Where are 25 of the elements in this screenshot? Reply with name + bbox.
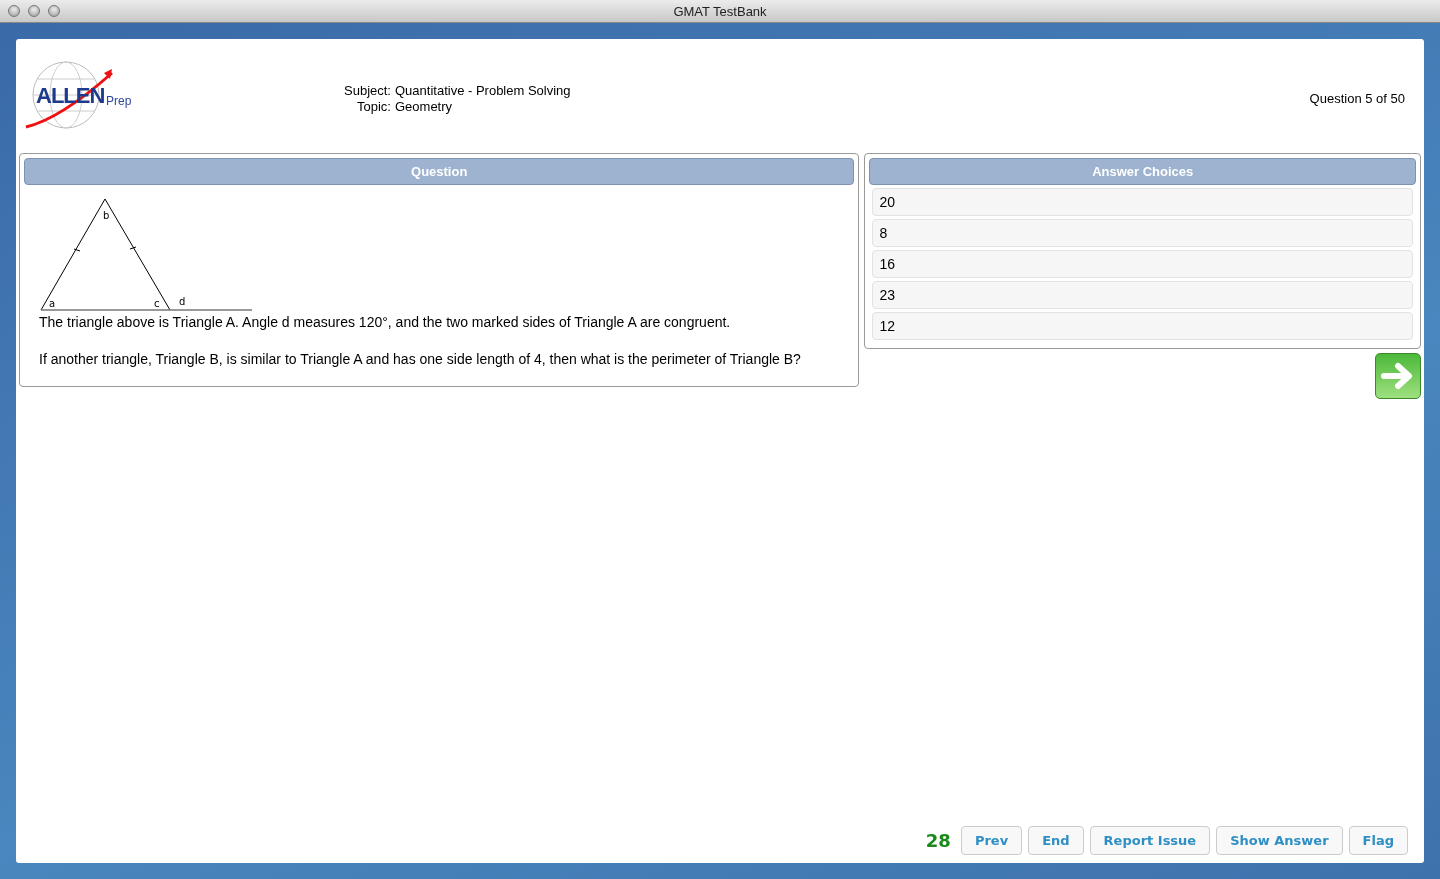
next-button[interactable] [1375, 353, 1421, 399]
zoom-window-button[interactable] [48, 5, 60, 17]
angle-label: a [49, 298, 56, 309]
angle-label: d [179, 296, 186, 307]
answer-choice[interactable]: 23 [872, 281, 1413, 309]
answer-choice[interactable]: 8 [872, 219, 1413, 247]
question-text: If another triangle, Triangle B, is similar to Triangle A and has one side length of 4, then what is the perimeter of Triangle B? [39, 350, 802, 369]
field-value: Quantitative - Problem Solving [395, 83, 571, 99]
panel-heading: Question [24, 158, 855, 185]
minimize-window-button[interactable] [28, 5, 40, 17]
angle-label: b [103, 210, 110, 221]
field-label: Subject: [344, 83, 391, 99]
answer-choice[interactable]: 12 [872, 312, 1413, 340]
close-window-button[interactable] [8, 5, 20, 17]
question-counter: Question 5 of 50 [1309, 91, 1405, 106]
logo-subtext: Prep [106, 95, 132, 107]
answer-choice[interactable]: 20 [872, 188, 1413, 216]
window-title: GMAT TestBank [673, 3, 767, 19]
field-label: Topic: [356, 99, 391, 115]
angle-label: c [154, 298, 160, 309]
field-value: Geometry [395, 99, 454, 115]
timer-text: 28 [925, 829, 951, 853]
answer-choice[interactable]: 16 [872, 250, 1413, 278]
question-text: The triangle above is Triangle A. Angle d measures 120°, and the two marked sides of Triangle A are congruent. [39, 313, 732, 332]
panel-heading: Answer Choices [869, 158, 1416, 185]
